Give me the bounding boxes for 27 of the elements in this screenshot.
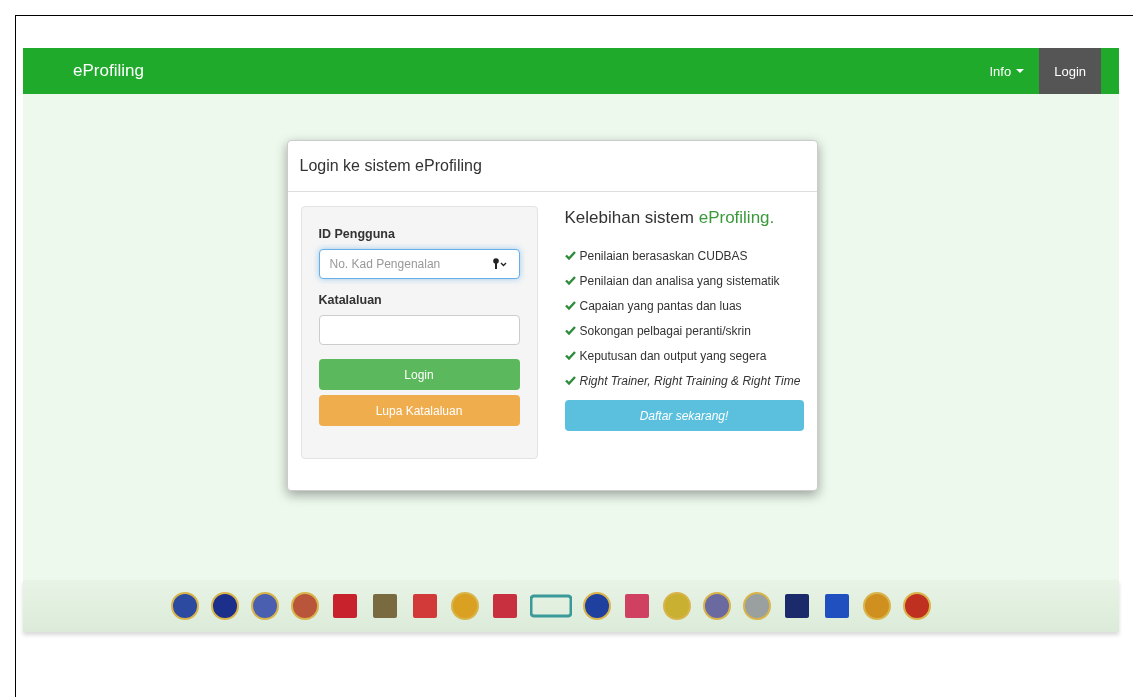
caret-icon	[1016, 68, 1025, 74]
check-icon	[564, 276, 576, 285]
check-icon	[564, 326, 576, 335]
nav-link[interactable]: Info	[974, 48, 1040, 94]
input-field[interactable]: No. Kad Pengenalan	[318, 249, 520, 279]
field-label: Katalaluan	[318, 293, 383, 307]
register-button[interactable]: Daftar sekarang!	[564, 400, 804, 431]
brand-link[interactable]: eProfiling	[73, 61, 144, 81]
benefit-item: Penilaian berasaskan CUDBAS	[564, 244, 804, 269]
benefit-item: Sokongan pelbagai peranti/skrin	[564, 319, 804, 344]
check-icon	[564, 376, 576, 385]
check-icon	[564, 351, 576, 360]
check-icon	[564, 301, 576, 310]
nav-link[interactable]: Login	[1039, 48, 1101, 94]
input-field[interactable]	[318, 315, 520, 345]
field-label: ID Pengguna	[318, 227, 396, 241]
brand-text: eProfiling.	[698, 208, 775, 227]
form-button[interactable]: Lupa Katalaluan	[318, 395, 520, 426]
benefit-item: Capaian yang pantas dan luas	[564, 294, 804, 319]
benefit-item: Right Trainer, Right Training & Right Time	[564, 369, 804, 394]
check-icon	[564, 251, 576, 260]
benefit-item: Penilaian dan analisa yang sistematik	[564, 269, 804, 294]
benefits-heading: Kelebihan sistem	[564, 208, 695, 227]
card-title: Login ke sistem eProfiling	[299, 157, 482, 175]
benefit-item: Keputusan dan output yang segera	[564, 344, 804, 369]
key-icon[interactable]	[491, 258, 508, 270]
form-button[interactable]: Login	[318, 359, 520, 390]
